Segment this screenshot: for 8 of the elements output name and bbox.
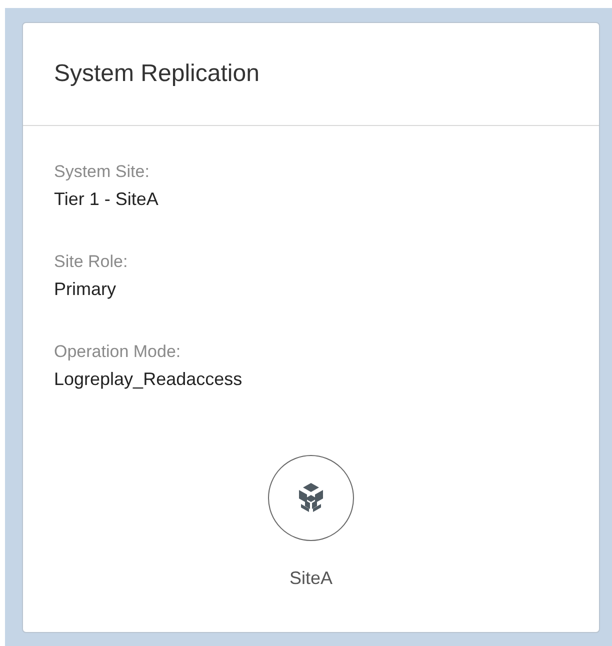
card-title: System Replication xyxy=(54,59,260,89)
field-label: Site Role: xyxy=(54,251,128,273)
site-name: SiteA xyxy=(289,567,333,590)
field-value: Primary xyxy=(54,278,116,301)
field-label: Operation Mode: xyxy=(54,341,181,363)
field-value: Tier 1 - SiteA xyxy=(54,188,158,211)
field-value: Logreplay_Readaccess xyxy=(54,368,242,391)
field-label: System Site: xyxy=(54,161,150,183)
